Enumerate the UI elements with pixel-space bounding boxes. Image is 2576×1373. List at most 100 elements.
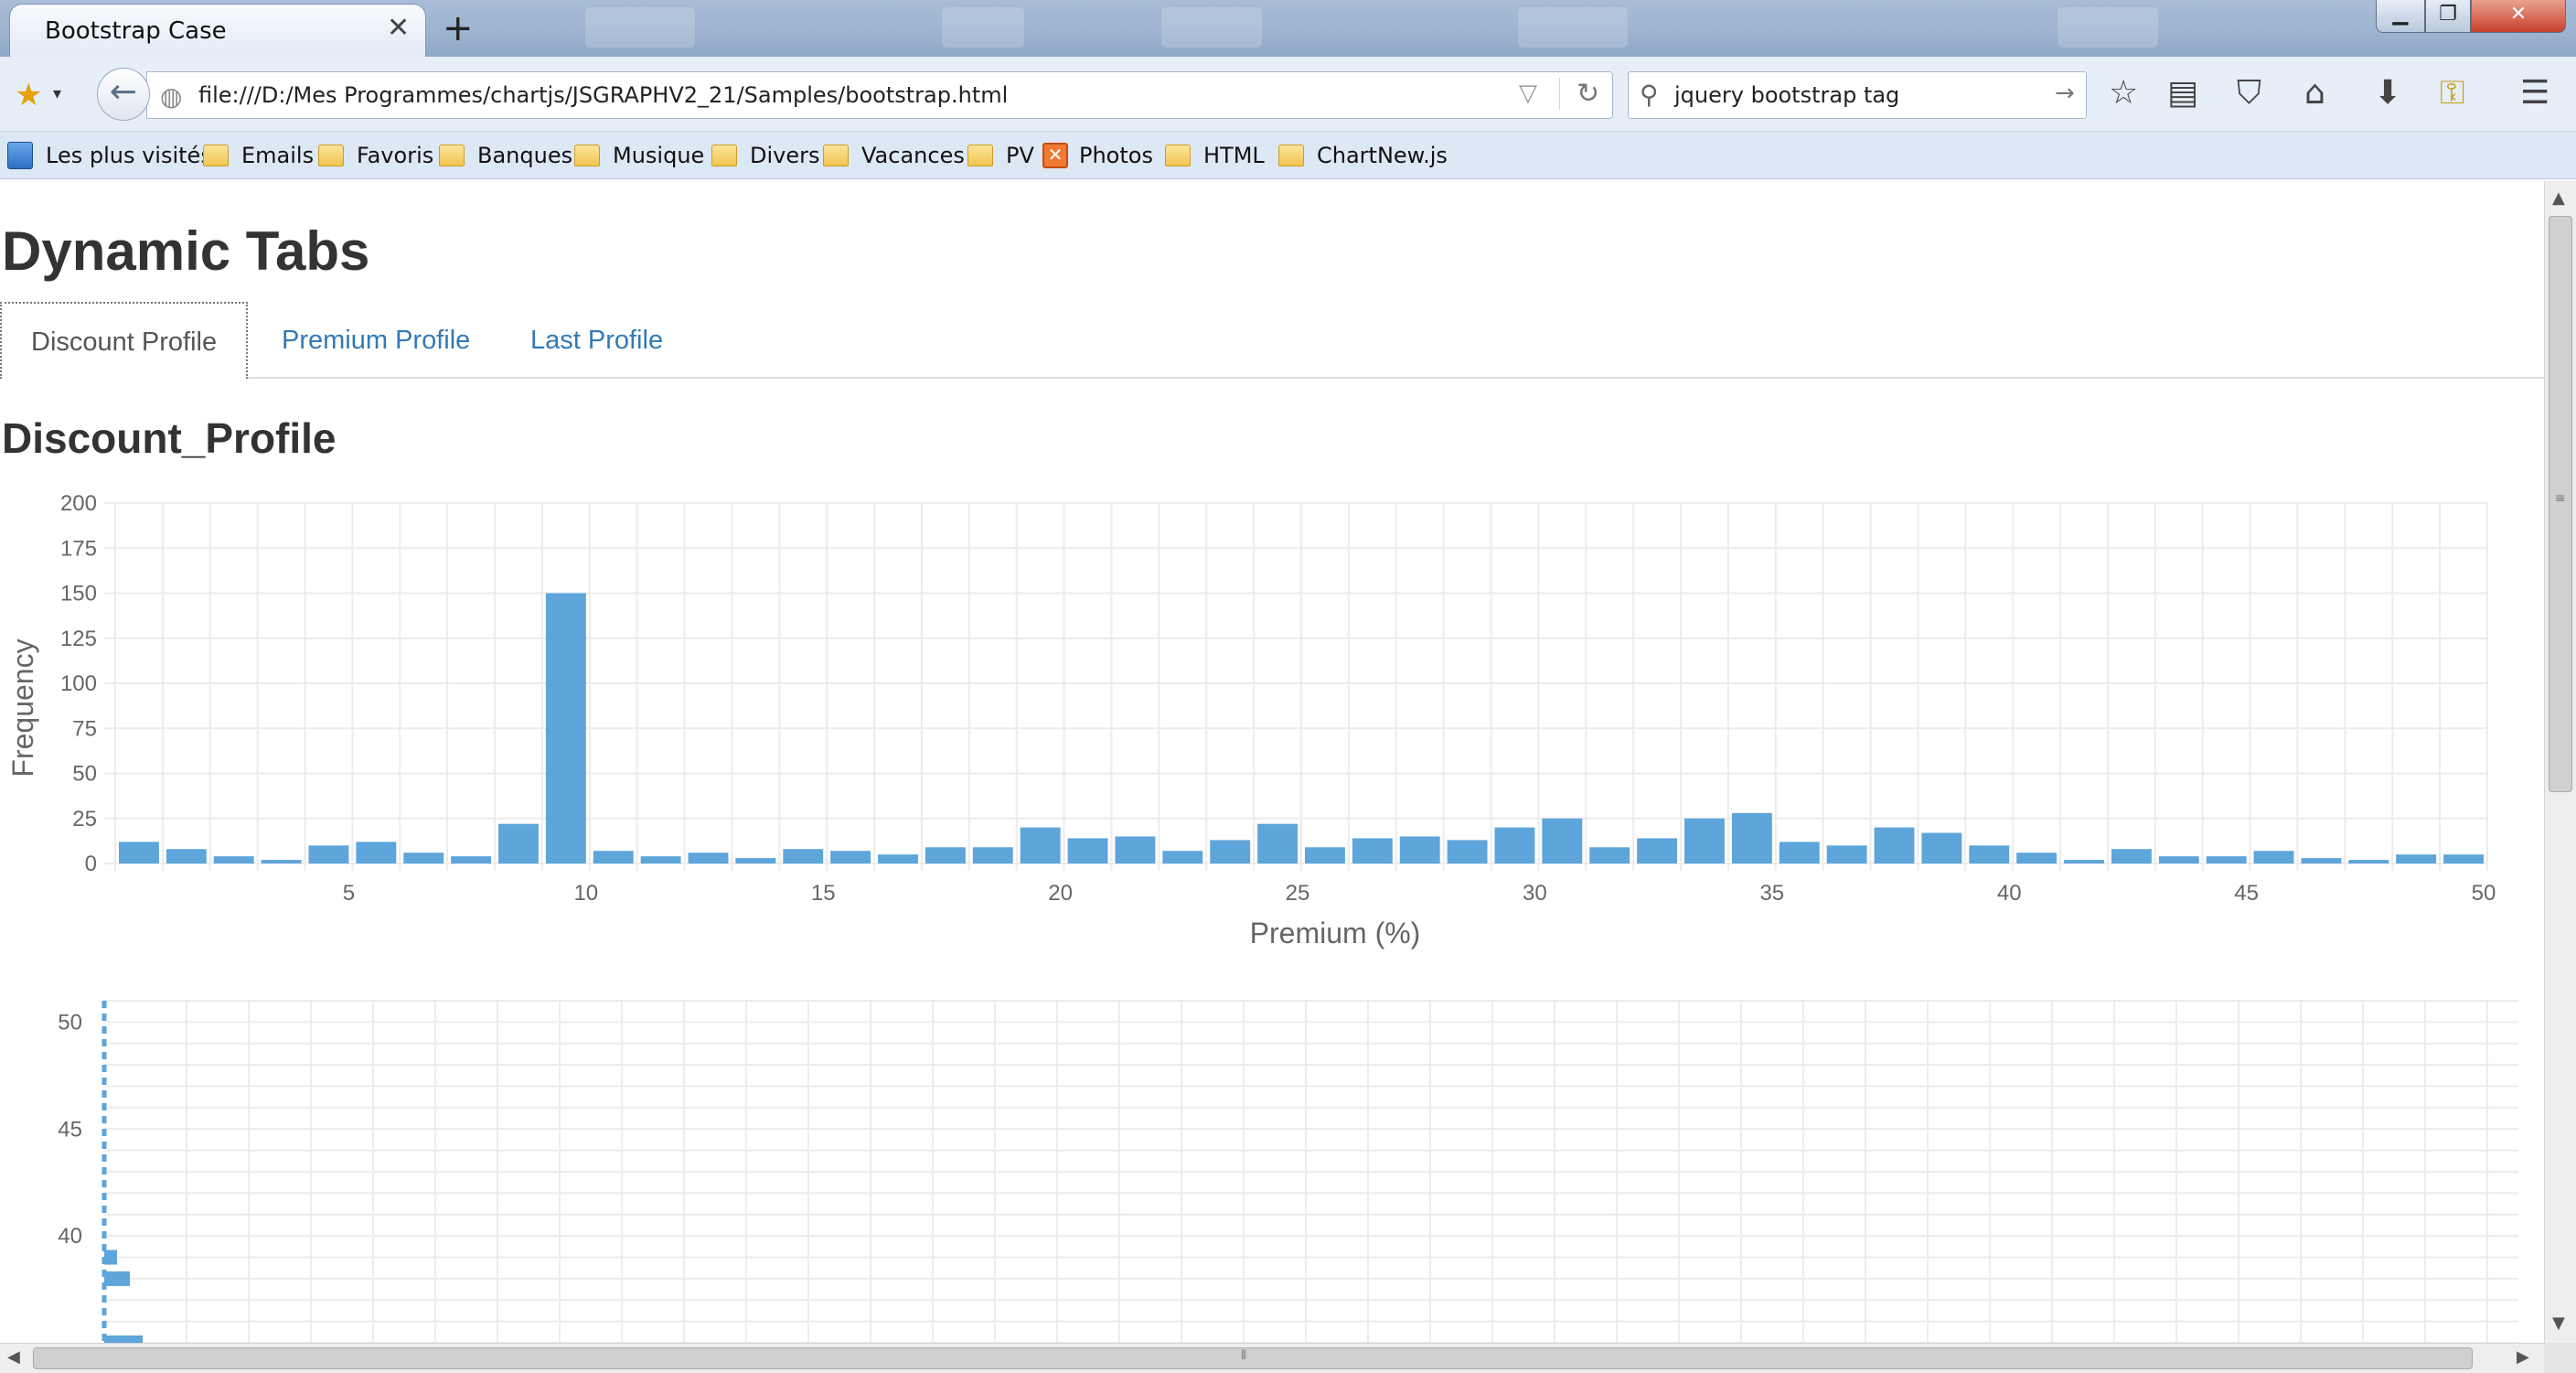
bar-22 — [1115, 836, 1156, 863]
bar-21 — [1067, 838, 1108, 863]
bookmark-banques[interactable]: Banques — [439, 139, 572, 172]
bookmark-photos[interactable]: ✕ Photos — [1042, 139, 1153, 172]
bar-2 — [166, 849, 207, 863]
bookmark-label: Musique — [613, 143, 705, 168]
y-tick-label: 125 — [60, 627, 97, 651]
scroll-down-icon[interactable]: ▼ — [2552, 1314, 2565, 1333]
folder-icon — [823, 145, 849, 166]
y-axis-ticks: 0 25 50 75 100 125 150 175 200 — [60, 491, 97, 876]
bookmark-label: ChartNew.js — [1317, 143, 1448, 168]
search-go-icon[interactable]: → — [2055, 80, 2075, 107]
bookmark-html[interactable]: HTML — [1165, 139, 1265, 172]
back-arrow-icon: ← — [109, 73, 138, 111]
bar-20 — [1020, 827, 1061, 863]
download-icon[interactable]: ⬇ — [2374, 73, 2401, 113]
horizontal-scrollbar[interactable]: ◀ ⦀ ▶ — [0, 1343, 2544, 1373]
close-tab-icon[interactable]: ✕ — [387, 12, 410, 44]
bar-37 — [1826, 845, 1867, 863]
browser-tab[interactable]: Bootstrap Case ✕ — [9, 4, 426, 57]
bookmark-vacances[interactable]: Vacances — [823, 139, 965, 172]
x-tick-label: 50 — [2472, 881, 2496, 906]
bookmark-emails[interactable]: Emails — [203, 139, 314, 172]
search-bar[interactable]: ⚲ jquery bootstrap tag → — [1628, 71, 2087, 119]
most-visited-icon — [7, 142, 33, 169]
bar-26 — [1305, 847, 1345, 863]
bar-42 — [2064, 860, 2104, 863]
history-dropdown-icon[interactable]: ▽ — [1519, 80, 1537, 107]
star-icon[interactable]: ☆ — [2109, 73, 2138, 113]
url-bar[interactable]: ◍ file:///D:/Mes Programmes/chartjs/JSGR… — [146, 71, 1613, 119]
close-window-button[interactable]: ✕ — [2471, 0, 2566, 33]
bookmark-label: Banques — [477, 143, 573, 168]
folder-icon — [711, 145, 737, 166]
tab-discount-profile[interactable]: Discount Profile — [0, 302, 249, 379]
grip-icon: ⦀ — [1241, 1348, 1247, 1363]
vertical-scrollbar[interactable]: ▲ ≡ ▼ — [2544, 181, 2576, 1343]
folder-icon — [967, 145, 993, 166]
background-blur — [1518, 7, 1628, 48]
bar-33 — [1637, 838, 1678, 863]
bar-31 — [1542, 818, 1583, 863]
x-tick-label: 45 — [2234, 881, 2259, 906]
reload-icon[interactable]: ↻ — [1559, 78, 1599, 110]
maximize-button[interactable]: ❐ — [2425, 0, 2471, 33]
bar-19 — [972, 847, 1013, 863]
y-tick-label: 75 — [72, 716, 97, 741]
scroll-up-icon[interactable]: ▲ — [2552, 188, 2565, 208]
scroll-right-icon[interactable]: ▶ — [2517, 1347, 2529, 1367]
y-tick-label: 40 — [58, 1224, 82, 1249]
bar-9 — [498, 823, 539, 863]
page-content: Dynamic Tabs Discount Profile Premium Pr… — [0, 181, 2544, 1343]
bar-39 — [104, 1250, 117, 1265]
menu-icon[interactable]: ☰ — [2520, 73, 2549, 113]
bar-34 — [1684, 818, 1725, 863]
x-tick-label: 40 — [1997, 881, 2022, 906]
scroll-left-icon[interactable]: ◀ — [7, 1347, 20, 1367]
bookmark-pv[interactable]: PV — [967, 139, 1034, 172]
key-icon[interactable]: ⚿ — [2440, 73, 2464, 113]
bar-46 — [2253, 851, 2294, 863]
y-axis-ticks: 50 45 40 — [58, 1010, 82, 1249]
bookmark-label: Emails — [241, 143, 315, 168]
bar-49 — [2396, 854, 2437, 863]
bar-29 — [1447, 840, 1488, 863]
x-tick-label: 30 — [1523, 881, 1547, 906]
tab-premium-profile[interactable]: Premium Profile — [252, 302, 499, 379]
bookmarks-star-icon[interactable]: ★ — [15, 77, 42, 113]
x-tick-label: 25 — [1286, 881, 1310, 906]
home-icon[interactable]: ⌂ — [2304, 73, 2325, 113]
bar-44 — [2158, 856, 2199, 863]
bar-16 — [830, 851, 871, 863]
search-input[interactable]: jquery bootstrap tag — [1674, 82, 1899, 108]
bookmark-musique[interactable]: Musique — [574, 139, 704, 172]
new-tab-button[interactable]: + — [443, 7, 474, 49]
pocket-icon[interactable]: ⛉ — [2237, 73, 2261, 113]
chevron-down-icon[interactable]: ▾ — [53, 84, 61, 103]
reading-list-icon[interactable]: ▤ — [2167, 73, 2198, 113]
bar-30 — [1494, 827, 1535, 863]
y-tick-label: 45 — [58, 1117, 82, 1142]
bookmark-label: PV — [1006, 143, 1034, 168]
scrollbar-thumb[interactable]: ⦀ — [33, 1347, 2473, 1369]
x-tick-label: 35 — [1759, 881, 1784, 906]
back-button[interactable]: ← — [97, 68, 150, 121]
x-axis-ticks: 5 10 15 20 25 30 35 40 45 50 — [343, 881, 2496, 906]
bar-4 — [261, 860, 302, 863]
bookmark-label: Favoris — [357, 143, 434, 168]
bookmark-label: Vacances — [861, 143, 965, 168]
bookmark-divers[interactable]: Divers — [711, 139, 820, 172]
url-input[interactable]: file:///D:/Mes Programmes/chartjs/JSGRAP… — [198, 82, 1008, 108]
bookmark-label: Divers — [750, 143, 820, 168]
minimize-button[interactable]: ▁ — [2376, 0, 2425, 33]
bar-1 — [119, 842, 159, 863]
bar-50 — [2443, 854, 2484, 863]
bar-24 — [1210, 840, 1251, 863]
bookmark-chartnew[interactable]: ChartNew.js — [1278, 139, 1448, 172]
scrollbar-corner — [2544, 1343, 2576, 1373]
bookmark-most-visited[interactable]: Les plus visités — [7, 139, 212, 172]
tab-last-profile[interactable]: Last Profile — [501, 302, 692, 379]
bookmark-favoris[interactable]: Favoris — [318, 139, 433, 172]
y-tick-label: 100 — [60, 671, 97, 696]
scrollbar-thumb[interactable]: ≡ — [2549, 216, 2572, 792]
bar-5 — [308, 845, 349, 863]
